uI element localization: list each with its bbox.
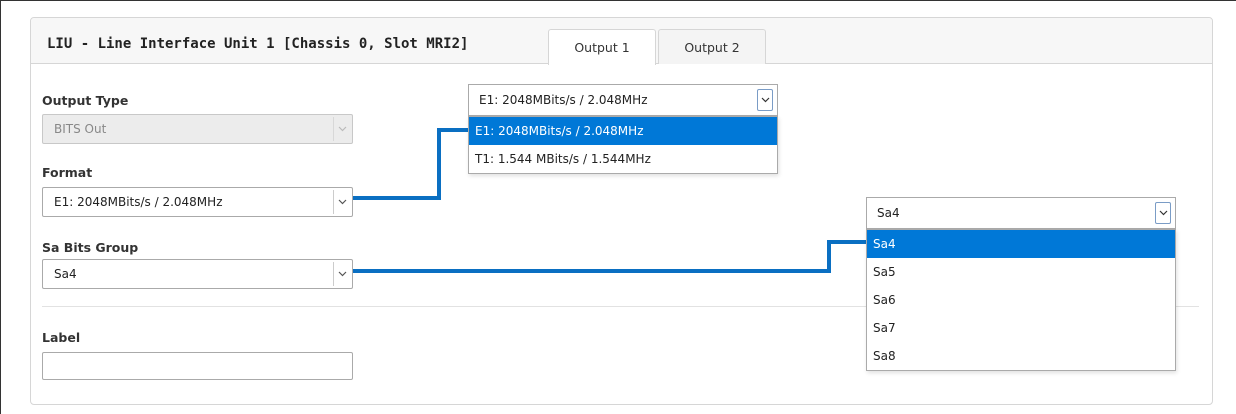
sa-option-sa5[interactable]: Sa5 <box>867 258 1175 286</box>
connector-line <box>437 128 441 200</box>
window-frame-left <box>0 0 1 414</box>
format-dropdown-list: E1: 2048MBits/s / 2.048MHz T1: 1.544 MBi… <box>468 116 778 174</box>
sa-option-sa4[interactable]: Sa4 <box>867 230 1175 258</box>
output-type-label: Output Type <box>42 93 129 108</box>
tab-output-1[interactable]: Output 1 <box>548 29 656 65</box>
connector-line <box>353 269 830 273</box>
sa-dropdown-value: Sa4 <box>877 206 900 220</box>
sa-option-sa7[interactable]: Sa7 <box>867 314 1175 342</box>
chevron-down-icon[interactable] <box>757 89 773 111</box>
panel-header: LIU - Line Interface Unit 1 [Chassis 0, … <box>31 18 1212 65</box>
format-select[interactable]: E1: 2048MBits/s / 2.048MHz <box>42 187 353 217</box>
sa-dropdown-select[interactable]: Sa4 <box>866 197 1176 229</box>
label-input[interactable] <box>42 352 353 380</box>
chevron-down-icon[interactable] <box>333 262 350 286</box>
label-field-label: Label <box>42 330 81 345</box>
sa-bits-group-label: Sa Bits Group <box>42 240 139 255</box>
chevron-down-icon <box>333 117 350 141</box>
format-label: Format <box>42 165 93 180</box>
window-frame-top <box>0 0 1236 1</box>
format-value: E1: 2048MBits/s / 2.048MHz <box>54 195 223 209</box>
chevron-down-icon[interactable] <box>1155 202 1171 224</box>
chevron-down-icon[interactable] <box>333 190 350 214</box>
connector-line <box>827 240 831 273</box>
sa-dropdown-list: Sa4 Sa5 Sa6 Sa7 Sa8 <box>866 229 1176 371</box>
format-dropdown-select[interactable]: E1: 2048MBits/s / 2.048MHz <box>468 84 778 116</box>
sa-option-sa8[interactable]: Sa8 <box>867 342 1175 370</box>
connector-line <box>827 240 867 244</box>
connector-line <box>437 128 469 132</box>
output-type-value: BITS Out <box>54 122 107 136</box>
panel-title: LIU - Line Interface Unit 1 [Chassis 0, … <box>47 36 469 52</box>
format-option-e1[interactable]: E1: 2048MBits/s / 2.048MHz <box>469 117 777 145</box>
format-dropdown-value: E1: 2048MBits/s / 2.048MHz <box>479 93 648 107</box>
format-option-t1[interactable]: T1: 1.544 MBits/s / 1.544MHz <box>469 145 777 173</box>
sa-bits-group-select[interactable]: Sa4 <box>42 259 353 289</box>
sa-bits-group-value: Sa4 <box>54 267 77 281</box>
tab-output-2[interactable]: Output 2 <box>658 29 766 64</box>
sa-option-sa6[interactable]: Sa6 <box>867 286 1175 314</box>
connector-line <box>353 196 440 200</box>
output-type-select: BITS Out <box>42 114 353 144</box>
